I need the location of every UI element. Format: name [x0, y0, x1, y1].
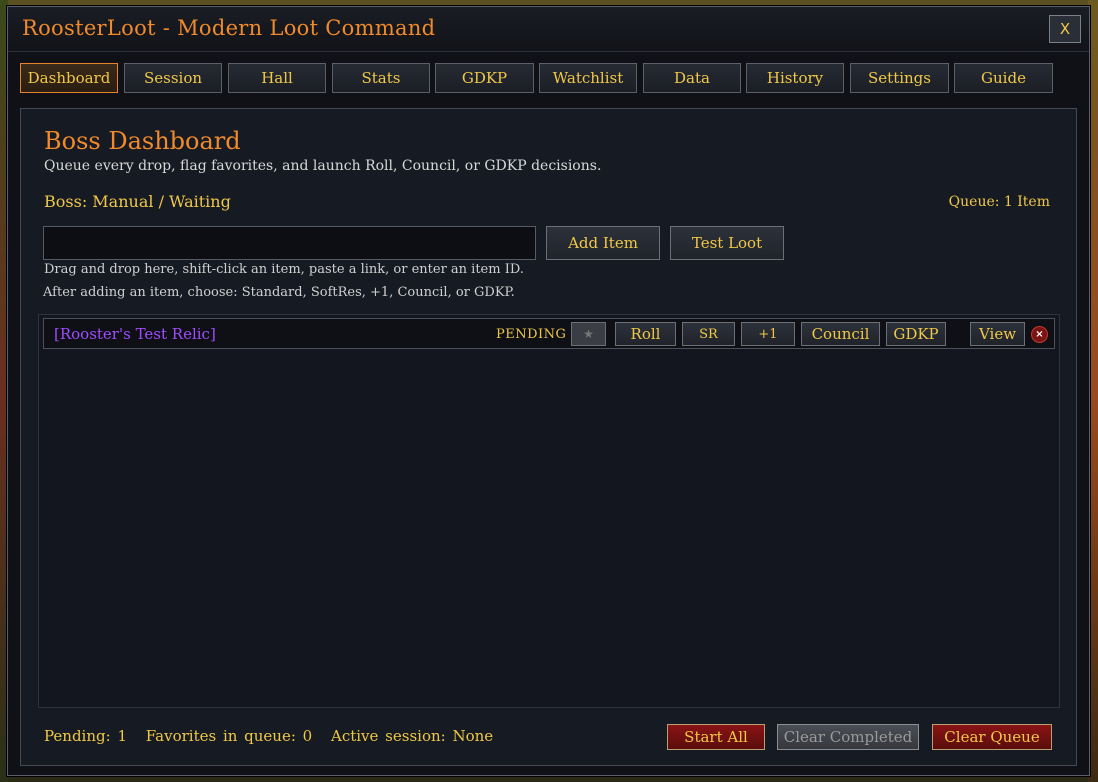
test-loot-button[interactable]: Test Loot — [670, 226, 784, 260]
add-item-button[interactable]: Add Item — [546, 226, 660, 260]
clear-completed-button[interactable]: Clear Completed — [777, 724, 919, 750]
star-icon: ★ — [583, 327, 594, 341]
start-all-button[interactable]: Start All — [667, 724, 765, 750]
page-subtitle: Queue every drop, flag favorites, and la… — [44, 158, 602, 174]
dashboard-panel: Boss Dashboard Queue every drop, flag fa… — [20, 108, 1077, 766]
clear-queue-button[interactable]: Clear Queue — [932, 724, 1052, 750]
favorite-star-button[interactable]: ★ — [571, 322, 606, 346]
title-bar[interactable]: RoosterLoot - Modern Loot Command X — [8, 7, 1089, 52]
boss-status: Boss: Manual / Waiting — [44, 192, 231, 211]
roll-button[interactable]: Roll — [615, 322, 676, 346]
window-title: RoosterLoot - Modern Loot Command — [22, 16, 436, 40]
tab-history[interactable]: History — [746, 63, 844, 93]
queue-row[interactable]: [Rooster's Test Relic] PENDING ★ Roll SR… — [43, 318, 1055, 349]
queue-summary: Pending: 1 Favorites in queue: 0 Active … — [44, 727, 505, 745]
view-button[interactable]: View — [970, 322, 1025, 346]
tab-hall[interactable]: Hall — [228, 63, 326, 93]
council-button[interactable]: Council — [801, 322, 880, 346]
tab-data[interactable]: Data — [643, 63, 741, 93]
loot-window: RoosterLoot - Modern Loot Command X Dash… — [7, 6, 1090, 776]
pending-count: Pending: 1 — [44, 727, 127, 745]
tab-gdkp[interactable]: GDKP — [435, 63, 534, 93]
close-button[interactable]: X — [1049, 15, 1081, 43]
tab-stats[interactable]: Stats — [332, 63, 430, 93]
remove-item-button[interactable]: × — [1031, 326, 1048, 343]
gdkp-button[interactable]: GDKP — [886, 322, 946, 346]
tab-settings[interactable]: Settings — [850, 63, 949, 93]
page-title: Boss Dashboard — [44, 127, 241, 155]
tab-dashboard[interactable]: Dashboard — [20, 63, 118, 93]
plus-one-button[interactable]: +1 — [741, 322, 795, 346]
queue-count: Queue: 1 Item — [948, 194, 1050, 210]
active-session: Active session: None — [331, 727, 494, 745]
tab-guide[interactable]: Guide — [954, 63, 1053, 93]
status-badge: PENDING — [496, 327, 567, 342]
loot-queue-list[interactable]: [Rooster's Test Relic] PENDING ★ Roll SR… — [38, 314, 1060, 708]
drag-drop-hint: Drag and drop here, shift-click an item,… — [44, 262, 524, 277]
item-link[interactable]: [Rooster's Test Relic] — [54, 325, 216, 343]
item-input[interactable] — [43, 226, 536, 260]
close-icon: × — [1035, 329, 1044, 340]
choose-mode-hint: After adding an item, choose: Standard, … — [43, 285, 515, 300]
softres-button[interactable]: SR — [682, 322, 735, 346]
tab-session[interactable]: Session — [124, 63, 222, 93]
tab-watchlist[interactable]: Watchlist — [539, 63, 637, 93]
favorites-count: Favorites in queue: 0 — [145, 727, 313, 745]
